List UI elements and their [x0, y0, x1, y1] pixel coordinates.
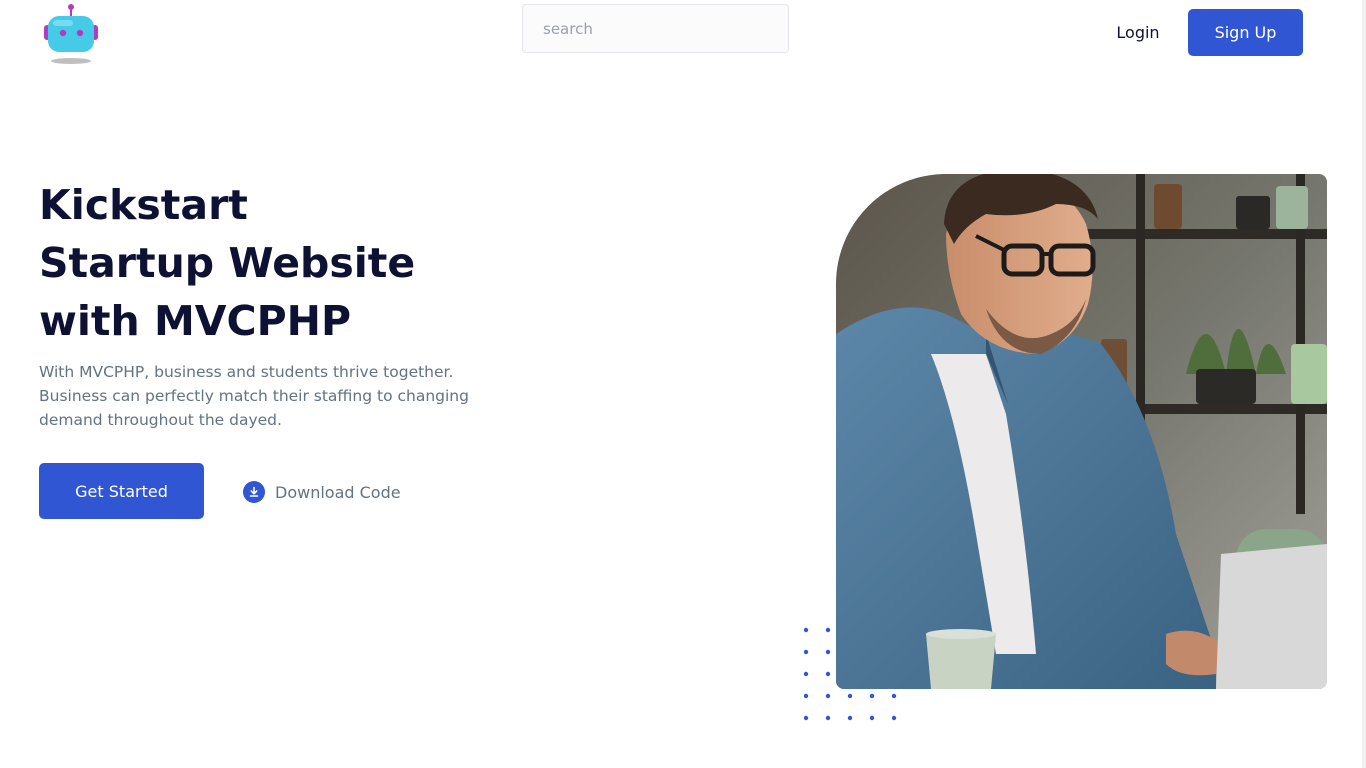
download-code-label: Download Code [275, 482, 401, 502]
robot-logo-icon[interactable] [40, 2, 102, 66]
get-started-button[interactable]: Get Started [39, 463, 204, 519]
navbar: Login Sign Up [0, 0, 1366, 70]
hero-title-line-1: Kickstart [39, 181, 248, 229]
download-icon [243, 481, 265, 503]
signup-button[interactable]: Sign Up [1188, 9, 1303, 56]
search-input[interactable] [522, 4, 789, 53]
hero-title: Kickstart Startup Website with MVCPHP [39, 176, 519, 350]
man-with-laptop-photo [836, 174, 1327, 689]
download-code-link[interactable]: Download Code [243, 480, 401, 504]
hero-description: With MVCPHP, business and students thriv… [39, 363, 469, 429]
hero-title-line-2: Startup Website [39, 239, 416, 287]
scrollbar[interactable] [1362, 0, 1366, 768]
hero-title-line-3: with MVCPHP [39, 297, 352, 345]
login-link[interactable]: Login [1106, 20, 1170, 46]
